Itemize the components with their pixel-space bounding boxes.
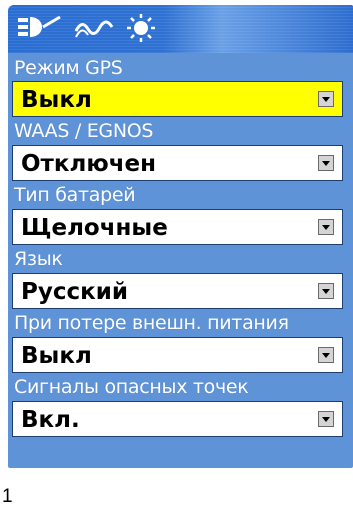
- satellite-icon[interactable]: [18, 13, 62, 43]
- language-select[interactable]: Русский: [12, 273, 343, 309]
- gps-mode-select[interactable]: Выкл: [12, 81, 343, 117]
- dropdown-arrow-icon[interactable]: [318, 91, 334, 107]
- gps-mode-value: Выкл: [21, 87, 92, 113]
- battery-type-value: Щелочные: [21, 215, 168, 241]
- proximity-alarm-value: Вкл.: [21, 407, 80, 433]
- waas-egnos-label: WAAS / EGNOS: [14, 120, 154, 142]
- power-loss-value: Выкл: [21, 343, 92, 369]
- battery-type-select[interactable]: Щелочные: [12, 209, 343, 245]
- waas-egnos-value: Отключен: [21, 151, 156, 177]
- proximity-alarm-select[interactable]: Вкл.: [12, 401, 343, 437]
- backlight-sun-icon[interactable]: [124, 13, 158, 43]
- battery-type-label: Тип батарей: [14, 184, 136, 206]
- language-value: Русский: [21, 279, 128, 305]
- signal-wave-icon[interactable]: [74, 13, 114, 43]
- dropdown-arrow-icon[interactable]: [318, 411, 334, 427]
- footnote-number: 1: [2, 486, 13, 507]
- dropdown-arrow-icon[interactable]: [318, 155, 334, 171]
- dropdown-arrow-icon[interactable]: [318, 219, 334, 235]
- waas-egnos-select[interactable]: Отключен: [12, 145, 343, 181]
- power-loss-label: При потере внешн. питания: [14, 312, 289, 334]
- proximity-alarm-label: Сигналы опасных точек: [14, 376, 249, 398]
- language-label: Язык: [14, 248, 63, 270]
- gps-mode-label: Режим GPS: [14, 57, 123, 79]
- settings-screen: Режим GPS Выкл WAAS / EGNOS Отключен Тип…: [8, 5, 353, 468]
- power-loss-select[interactable]: Выкл: [12, 337, 343, 373]
- dropdown-arrow-icon[interactable]: [318, 283, 334, 299]
- header-bar: [8, 5, 353, 53]
- dropdown-arrow-icon[interactable]: [318, 347, 334, 363]
